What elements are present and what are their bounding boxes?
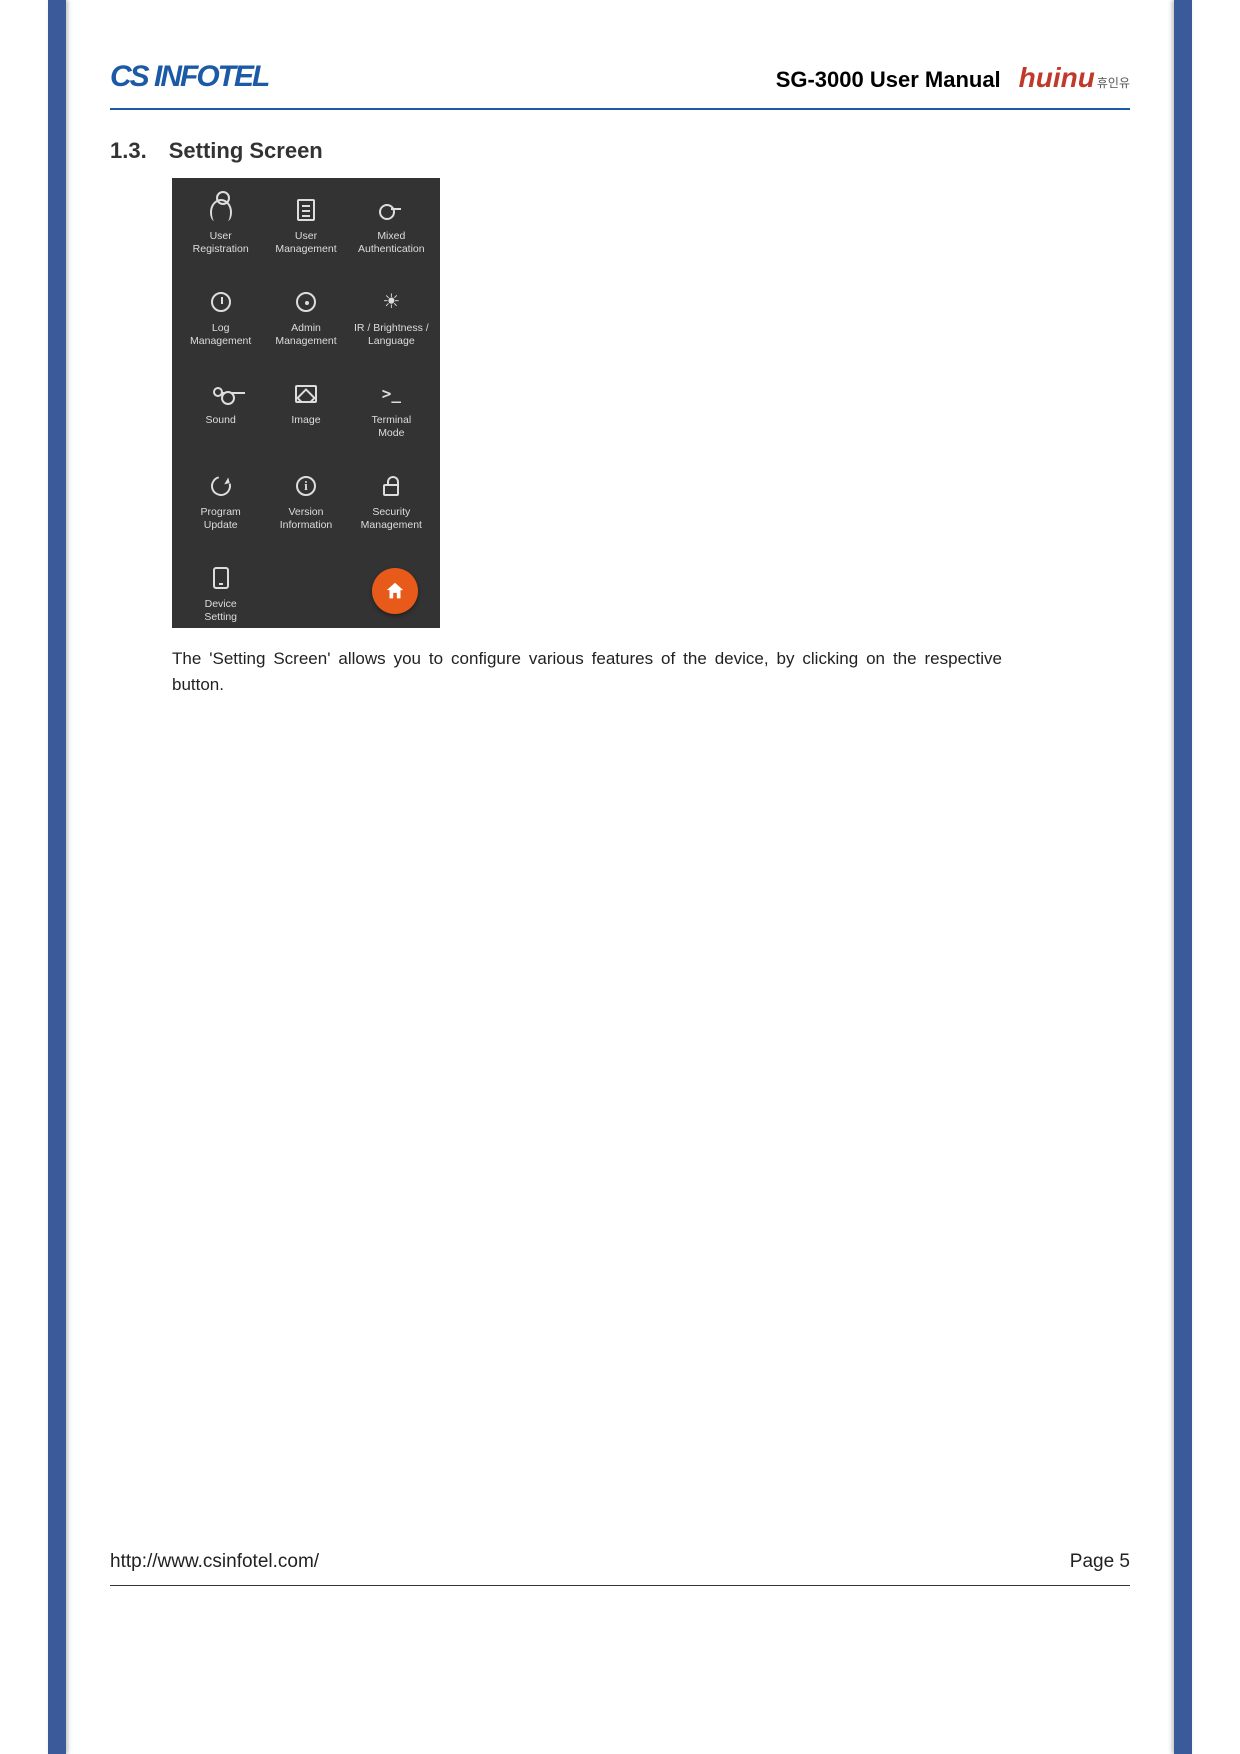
settings-item-key[interactable]: Mixed Authentication	[351, 196, 432, 266]
page-content: CS INFOTEL SG-3000 User Manual huinu휴인유 …	[110, 60, 1130, 699]
user-icon	[207, 196, 235, 224]
left-margin-bar	[48, 0, 66, 1754]
settings-item-doc[interactable]: User Management	[265, 196, 346, 266]
header: CS INFOTEL SG-3000 User Manual huinu휴인유	[110, 60, 1130, 104]
admin-icon	[292, 288, 320, 316]
settings-item-label: Sound	[205, 414, 235, 427]
settings-item-lock[interactable]: Security Management	[351, 472, 432, 542]
settings-item-label: Image	[291, 414, 320, 427]
huinu-logo: huinu휴인유	[1019, 62, 1130, 94]
header-divider	[110, 108, 1130, 110]
info-icon: i	[292, 472, 320, 500]
footer-url: http://www.csinfotel.com/	[110, 1551, 319, 1573]
key-icon	[377, 196, 405, 224]
settings-item-label: Program Update	[201, 506, 241, 532]
settings-item-label: Terminal Mode	[371, 414, 411, 440]
settings-item-label: Version Information	[280, 506, 333, 532]
sound-icon	[207, 380, 235, 408]
settings-item-label: IR / Brightness / Language	[354, 322, 429, 348]
home-icon	[384, 580, 406, 602]
settings-item-terminal[interactable]: >_ Terminal Mode	[351, 380, 432, 450]
csinfotel-logo: CS INFOTEL	[110, 60, 268, 94]
settings-item-sound[interactable]: Sound	[180, 380, 261, 450]
document-title: SG-3000 User Manual	[776, 67, 1001, 93]
section-number: 1.3.	[110, 138, 147, 163]
settings-item-label: Log Management	[190, 322, 251, 348]
settings-item-device[interactable]: Device Setting	[180, 564, 261, 634]
refresh-icon	[207, 472, 235, 500]
section-body-text: The 'Setting Screen' allows you to confi…	[172, 646, 1002, 699]
settings-item-bright[interactable]: ☀ IR / Brightness / Language	[351, 288, 432, 358]
settings-item-label: Device Setting	[204, 598, 237, 624]
footer-divider	[110, 1585, 1130, 1586]
settings-item-label: Security Management	[361, 506, 422, 532]
clock-icon	[207, 288, 235, 316]
right-margin-bar	[1174, 0, 1192, 1754]
device-settings-screen: User Registration User Management Mixed Au…	[172, 178, 440, 628]
terminal-icon: >_	[377, 380, 405, 408]
settings-item-label: User Management	[275, 230, 336, 256]
image-icon	[292, 380, 320, 408]
section-heading: 1.3. Setting Screen	[110, 138, 1130, 164]
settings-item-user[interactable]: User Registration	[180, 196, 261, 266]
footer-page: Page 5	[1070, 1551, 1130, 1573]
screenshot-container: User Registration User Management Mixed Au…	[172, 178, 1130, 628]
settings-item-label: Admin Management	[275, 322, 336, 348]
section-title: Setting Screen	[169, 138, 323, 163]
home-button[interactable]	[372, 568, 418, 614]
device-icon	[207, 564, 235, 592]
settings-item-label: Mixed Authentication	[358, 230, 425, 256]
doc-icon	[292, 196, 320, 224]
bright-icon: ☀	[377, 288, 405, 316]
settings-item-info[interactable]: i Version Information	[265, 472, 346, 542]
lock-icon	[377, 472, 405, 500]
settings-item-refresh[interactable]: Program Update	[180, 472, 261, 542]
settings-item-label: User Registration	[193, 230, 249, 256]
settings-item-clock[interactable]: Log Management	[180, 288, 261, 358]
settings-item-admin[interactable]: Admin Management	[265, 288, 346, 358]
footer: http://www.csinfotel.com/ Page 5	[110, 1551, 1130, 1586]
settings-item-image[interactable]: Image	[265, 380, 346, 450]
header-right-group: SG-3000 User Manual huinu휴인유	[776, 62, 1130, 94]
